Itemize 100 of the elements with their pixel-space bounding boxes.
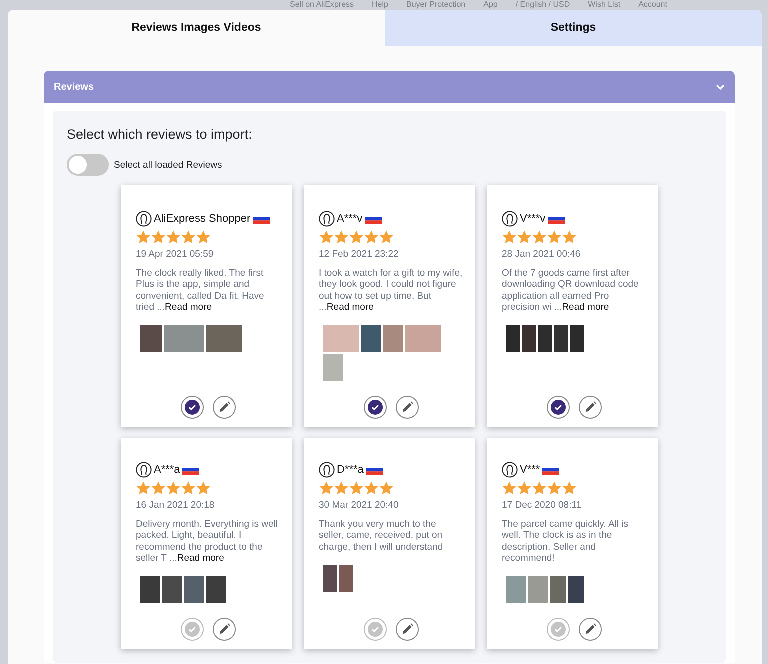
pencil-icon	[584, 401, 596, 414]
user-icon	[319, 211, 335, 227]
star-icon	[319, 230, 334, 245]
review-date: 28 Jan 2021 00:46	[502, 249, 582, 260]
pencil-icon	[400, 401, 414, 414]
pencil-icon	[584, 623, 596, 636]
star-icon	[532, 481, 547, 496]
review-text: Thank you very much to the seller, came, received, put on charge, then I will understand	[319, 519, 444, 553]
star-icon	[502, 481, 517, 496]
star-icon	[517, 230, 532, 245]
edit-review-button[interactable]	[212, 618, 236, 641]
review-date: 30 Mar 2021 20:40	[319, 500, 400, 511]
reviewer-name: V***	[520, 464, 540, 476]
review-text: Delivery month. Everything is well packed. Light, beautiful. I recommend the product to the seller T ...Read more	[136, 519, 280, 564]
star-icon	[547, 481, 562, 496]
checkmark-icon	[550, 400, 566, 415]
photo-placeholder[interactable]	[528, 576, 548, 604]
star-icon	[502, 230, 517, 245]
checkmark-icon	[368, 400, 382, 415]
edit-review-button[interactable]	[396, 396, 418, 419]
star-icon	[349, 230, 364, 245]
edit-review-button[interactable]	[578, 396, 602, 419]
photo-placeholder[interactable]	[538, 325, 552, 352]
user-icon	[136, 211, 152, 227]
photo-placeholder[interactable]	[206, 576, 226, 604]
photo-placeholder[interactable]	[323, 564, 337, 592]
review-text: The clock really liked. The first Plus is the app, simple and convenient, called Da fit. Have tried ...Read more	[136, 268, 266, 314]
star-icon	[196, 481, 211, 496]
star-icon	[379, 481, 394, 496]
read-more-link[interactable]: Read more	[177, 552, 224, 564]
reviewer-name: A***a	[154, 464, 180, 476]
pencil-icon	[400, 623, 414, 636]
photo-placeholder[interactable]	[554, 325, 568, 352]
section-heading: Select which reviews to import:	[67, 127, 254, 142]
read-more-link[interactable]: Read more	[326, 302, 374, 313]
photo-placeholder[interactable]	[323, 325, 359, 352]
photo-placeholder[interactable]	[339, 564, 353, 592]
toggle-label: Select all loaded Reviews	[114, 160, 222, 170]
photo-placeholder[interactable]	[568, 576, 584, 604]
star-icon	[196, 230, 211, 245]
review-date: 17 Dec 2020 08:11	[502, 500, 583, 511]
photo-placeholder[interactable]	[405, 325, 441, 352]
photo-placeholder[interactable]	[206, 325, 242, 352]
photo-placeholder[interactable]	[570, 325, 584, 352]
chevron-icon[interactable]	[716, 84, 725, 90]
star-icon	[166, 481, 181, 496]
photo-placeholder[interactable]	[140, 325, 162, 352]
photo-placeholder[interactable]	[522, 325, 536, 352]
photo-placeholder[interactable]	[361, 325, 381, 352]
star-icon	[136, 481, 151, 496]
star-icon	[379, 230, 394, 245]
read-more-link[interactable]: Read more	[562, 302, 610, 313]
photo-placeholder[interactable]	[162, 576, 182, 604]
star-icon	[364, 230, 379, 245]
photo-placeholder[interactable]	[184, 576, 204, 604]
photo-placeholder[interactable]	[506, 576, 526, 604]
select-review-button[interactable]	[546, 396, 570, 419]
photo-placeholder[interactable]	[164, 325, 204, 352]
star-icon	[562, 230, 577, 245]
pencil-icon	[218, 401, 230, 414]
reviewer-name: AliExpress Shopper	[154, 213, 251, 225]
star-icon	[364, 481, 379, 496]
reviewer-name: D***a	[337, 464, 364, 476]
edit-review-button[interactable]	[212, 396, 236, 419]
read-more-link[interactable]: Read more	[165, 302, 212, 313]
star-icon	[562, 481, 577, 496]
checkmark-icon	[184, 400, 200, 415]
review-date: 12 Feb 2021 23:22	[319, 249, 400, 260]
review-date: 16 Jan 2021 20:18	[136, 500, 216, 511]
toggle-switch[interactable]	[67, 154, 109, 176]
star-icon	[136, 230, 151, 245]
photo-placeholder[interactable]	[383, 325, 403, 352]
select-review-button[interactable]	[364, 396, 386, 419]
pencil-icon	[218, 623, 230, 636]
review-text: I took a watch for a gift to my wife, they look good. I could not figure out how to set up time. But ...Read more	[319, 268, 463, 314]
tab[interactable]: Settings	[385, 10, 762, 46]
star-icon	[547, 230, 562, 245]
photo-placeholder[interactable]	[506, 325, 520, 352]
star-icon	[532, 230, 547, 245]
star-icon	[349, 481, 364, 496]
star-icon	[181, 481, 196, 496]
star-icon	[181, 230, 196, 245]
photo-placeholder[interactable]	[550, 576, 566, 604]
edit-review-button[interactable]	[578, 618, 602, 641]
photo-placeholder[interactable]	[140, 576, 160, 604]
reviewer-name: A***v	[337, 213, 363, 225]
user-icon	[319, 462, 335, 478]
edit-review-button[interactable]	[396, 618, 418, 641]
star-icon	[517, 481, 532, 496]
photo-placeholder[interactable]	[323, 354, 343, 382]
select-review-button[interactable]	[180, 396, 204, 419]
checkmark-icon	[184, 622, 200, 637]
user-icon	[502, 211, 518, 227]
checkmark-icon	[550, 622, 566, 637]
star-icon	[151, 230, 166, 245]
star-icon	[151, 481, 166, 496]
review-date: 19 Apr 2021 05:59	[136, 249, 215, 260]
user-icon	[502, 462, 518, 478]
reviewer-name: V***v	[520, 213, 546, 225]
user-icon	[136, 462, 152, 478]
